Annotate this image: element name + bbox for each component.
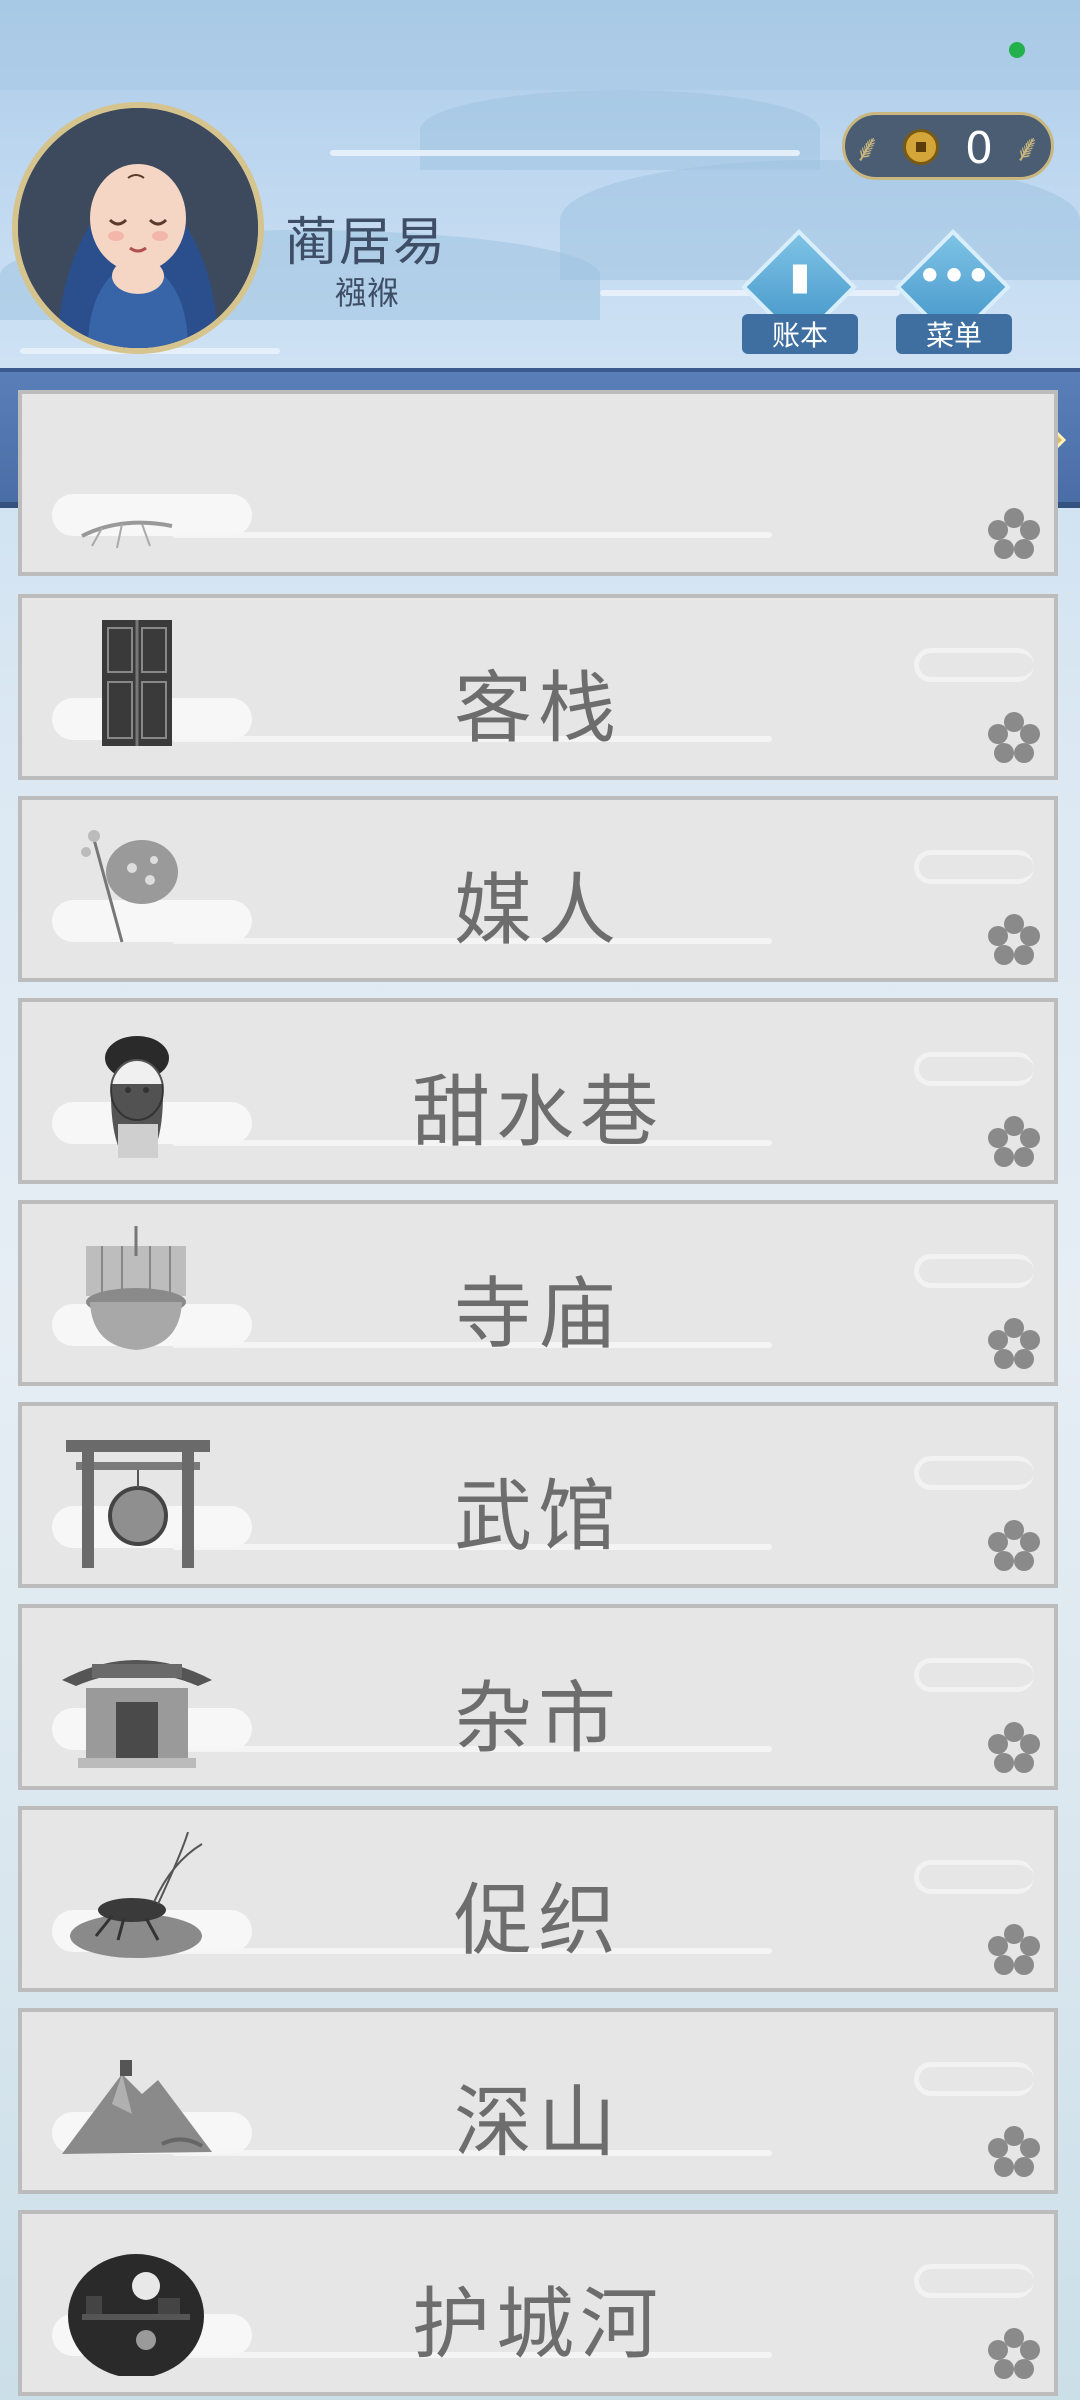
item-label: 武馆	[453, 1472, 622, 1562]
cloud-swoosh	[172, 532, 772, 538]
plum-blossom-icon	[988, 1116, 1040, 1167]
list-item[interactable]: 客栈	[18, 594, 1058, 780]
more-dots-icon: •••	[917, 254, 991, 298]
item-label: 甜水巷	[411, 1068, 664, 1158]
plum-blossom-icon	[988, 1520, 1040, 1571]
avatar[interactable]	[12, 102, 264, 354]
plum-blossom-icon	[988, 1722, 1040, 1773]
item-label: 深山	[453, 2078, 622, 2168]
ledger-label: 账本	[742, 314, 858, 354]
item-label: 护城河	[411, 2280, 664, 2370]
player-header: 蔺居易 襁褓 ⸙ 0 ⸙ ▮ 账本 ••• 菜单	[0, 0, 1080, 368]
bamboo-icon: ⸙	[853, 126, 882, 170]
plum-blossom-icon	[988, 712, 1040, 763]
item-label: 促织	[453, 1876, 622, 1966]
list-item[interactable]: 深山	[18, 2008, 1058, 2194]
plum-blossom-icon	[988, 1924, 1040, 1975]
menu-button[interactable]: ••• 菜单	[895, 229, 1012, 354]
list-item[interactable]: 武馆	[18, 1402, 1058, 1588]
bamboo-icon: ⸙	[1013, 126, 1042, 170]
plum-blossom-icon	[988, 914, 1040, 965]
status-dot-icon	[1009, 42, 1025, 58]
mountain-decoration	[420, 90, 820, 170]
coin-icon	[903, 129, 939, 165]
item-label: 杂市	[453, 1674, 622, 1764]
plum-blossom-icon	[988, 1318, 1040, 1369]
item-label: 客栈	[453, 664, 622, 754]
player-rank: 襁褓	[335, 274, 400, 312]
item-label: 媒人	[453, 866, 622, 956]
list-item[interactable]: 护城河	[18, 2210, 1058, 2396]
book-icon: ▮	[789, 254, 811, 298]
list-item[interactable]: 促织	[18, 1806, 1058, 1992]
ginseng-icon	[81, 520, 173, 549]
sky-band	[0, 0, 1080, 90]
coin-value: 0	[965, 123, 993, 174]
menu-label: 菜单	[896, 314, 1012, 354]
plum-blossom-icon	[988, 2328, 1040, 2379]
list-item[interactable]: 甜水巷	[18, 998, 1058, 1184]
cloud-line	[330, 150, 800, 156]
plum-blossom-icon	[988, 2126, 1040, 2177]
baby-portrait-icon	[18, 108, 258, 348]
plum-blossom-icon	[988, 508, 1040, 559]
list-item[interactable]	[18, 390, 1058, 576]
list-item[interactable]: 寺庙	[18, 1200, 1058, 1386]
ledger-button[interactable]: ▮ 账本	[741, 229, 858, 354]
item-label: 寺庙	[453, 1270, 622, 1360]
list-item[interactable]: 媒人	[18, 796, 1058, 982]
player-name: 蔺居易	[285, 213, 448, 273]
coin-counter[interactable]: ⸙ 0 ⸙	[842, 112, 1054, 180]
list-item[interactable]: 杂市	[18, 1604, 1058, 1790]
